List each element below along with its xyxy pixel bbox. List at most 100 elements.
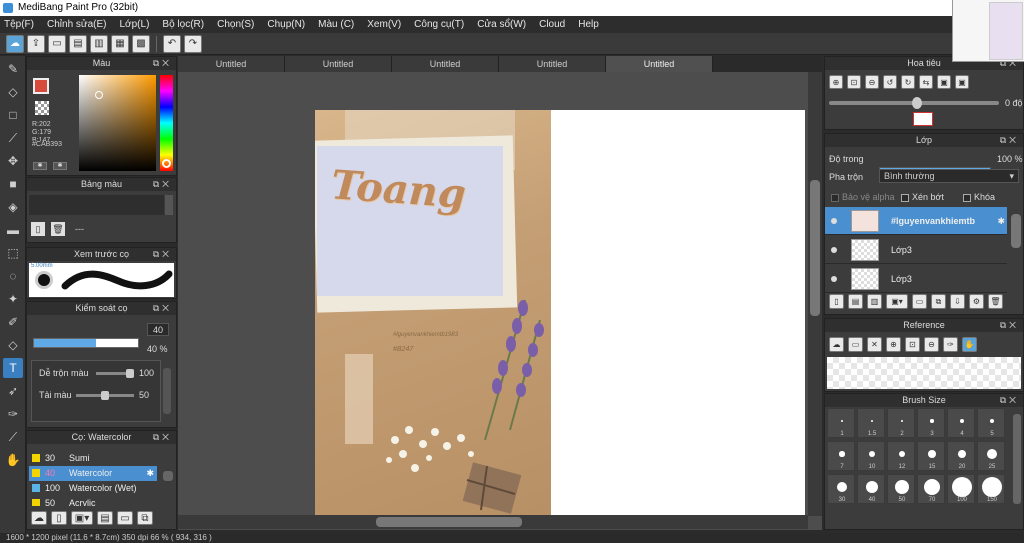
panel-controls-icon[interactable]: ⧉✕ xyxy=(1000,394,1019,407)
page-icon[interactable]: ▤ xyxy=(69,34,87,53)
fill-rect-tool-icon[interactable]: ■ xyxy=(3,174,23,194)
picker-cursor[interactable] xyxy=(95,91,103,99)
layer-row-selected[interactable]: #lguyenvankhiemtb ✱ xyxy=(825,207,1007,235)
brush-size-cell[interactable]: 4 xyxy=(947,408,975,438)
navigator-window-icon[interactable]: ▣ xyxy=(937,75,951,89)
tab-document-1[interactable]: Untitled xyxy=(178,56,285,72)
zoom-out-icon[interactable]: ⊖ xyxy=(865,75,879,89)
select-pen-tool-icon[interactable]: ✐ xyxy=(3,312,23,332)
magic-wand-tool-icon[interactable]: ✦ xyxy=(3,289,23,309)
rotation-slider-knob[interactable] xyxy=(912,97,922,109)
add-brush-icon[interactable]: ▣▾ xyxy=(71,511,93,525)
lock-checkbox[interactable]: Khóa xyxy=(963,192,995,202)
layer-folder-icon[interactable]: ▭ xyxy=(912,294,927,309)
brush-item[interactable]: 100 Watercolor (Wet) xyxy=(29,481,157,496)
brush-size-value[interactable]: 40 xyxy=(147,323,169,336)
menu-filter[interactable]: Bộ lọc(R) xyxy=(162,19,204,30)
brush-tool-icon[interactable]: ✎ xyxy=(3,59,23,79)
menu-snap[interactable]: Chụp(N) xyxy=(267,19,305,30)
menu-view[interactable]: Xem(V) xyxy=(367,19,401,30)
reference-hand-icon[interactable]: ✋ xyxy=(962,337,977,352)
brush-cloud-icon[interactable]: ☁ xyxy=(31,511,47,525)
dropper-tool-icon[interactable]: ✑ xyxy=(3,404,23,424)
tab-document-3[interactable]: Untitled xyxy=(392,56,499,72)
merge-layer-icon[interactable]: ⇩ xyxy=(950,294,965,309)
menu-color[interactable]: Màu (C) xyxy=(318,19,354,30)
brush-size-cell[interactable]: 1 xyxy=(827,408,855,438)
brush-size-cell[interactable]: 20 xyxy=(947,441,975,471)
color-mode-button[interactable]: ✱ xyxy=(33,162,47,170)
grid-icon[interactable]: ▩ xyxy=(132,34,150,53)
brush-size-cell[interactable]: 150 xyxy=(977,474,1005,504)
brush-size-scrollbar[interactable] xyxy=(1013,414,1021,504)
reference-canvas[interactable] xyxy=(827,357,1021,389)
text-tool-icon[interactable]: T xyxy=(3,358,23,378)
operation-tool-icon[interactable]: ➶ xyxy=(3,381,23,401)
new-palette-icon[interactable]: ▯ xyxy=(31,222,45,236)
reference-dropper-icon[interactable]: ✑ xyxy=(943,337,958,352)
brush-size-cell[interactable]: 10 xyxy=(857,441,885,471)
brush-size-cell[interactable]: 1.5 xyxy=(857,408,885,438)
brush-size-cell[interactable]: 25 xyxy=(977,441,1005,471)
duplicate-icon[interactable]: ⧉ xyxy=(137,511,153,525)
eye-icon[interactable] xyxy=(831,218,837,224)
blend-mode-select[interactable]: Bình thường ▾ xyxy=(879,169,1019,183)
eyedropper-tool-icon[interactable]: ⟋ xyxy=(3,427,23,447)
brush-size-cell[interactable]: 15 xyxy=(917,441,945,471)
add-layer-menu-icon[interactable]: ▣▾ xyxy=(886,294,908,309)
canvas-horizontal-scrollbar[interactable] xyxy=(178,515,808,529)
panel-controls-icon[interactable]: ⧉✕ xyxy=(153,57,172,70)
brush-size-slider[interactable] xyxy=(33,338,139,348)
layer-list-scrollbar[interactable] xyxy=(1011,214,1021,248)
folder-icon[interactable]: ▭ xyxy=(117,511,133,525)
menu-cloud[interactable]: Cloud xyxy=(539,19,565,30)
menu-edit[interactable]: Chỉnh sửa(E) xyxy=(47,19,107,30)
redo-icon[interactable]: ↷ xyxy=(184,34,202,53)
new-layer-icon[interactable]: ▯ xyxy=(829,294,844,309)
brush-size-cell[interactable]: 7 xyxy=(827,441,855,471)
brush-size-cell[interactable]: 40 xyxy=(857,474,885,504)
panel-controls-icon[interactable]: ⧉✕ xyxy=(153,178,172,191)
tab-document-2[interactable]: Untitled xyxy=(285,56,392,72)
brush-size-cell[interactable]: 50 xyxy=(887,474,915,504)
saturation-value-picker[interactable] xyxy=(79,75,156,171)
layer-row[interactable]: Lớp3 xyxy=(825,236,1007,264)
delete-palette-icon[interactable]: 🗑 xyxy=(51,222,65,236)
brush-item-selected[interactable]: 40 Watercolor ✱ xyxy=(29,466,157,481)
canvas-vertical-scrollbar[interactable] xyxy=(808,72,822,516)
select-rect-tool-icon[interactable]: ⬚ xyxy=(3,243,23,263)
undo-icon[interactable]: ↶ xyxy=(163,34,181,53)
eye-icon[interactable] xyxy=(831,247,837,253)
background-color-swatch[interactable] xyxy=(35,101,49,115)
clipping-checkbox[interactable]: Xén bớt xyxy=(901,192,944,202)
brush-control-scrollbar[interactable] xyxy=(163,368,171,414)
layer-row[interactable]: Lớp3 xyxy=(825,265,1007,293)
load-slider-track[interactable] xyxy=(76,391,134,400)
panel-controls-icon[interactable]: ⧉✕ xyxy=(153,248,172,261)
navigator-window2-icon[interactable]: ▣ xyxy=(955,75,969,89)
brush-size-cell[interactable]: 30 xyxy=(827,474,855,504)
flip-icon[interactable]: ⇆ xyxy=(919,75,933,89)
palette-scrollbar[interactable] xyxy=(165,195,173,215)
panel-controls-icon[interactable]: ⧉✕ xyxy=(1000,319,1019,332)
reference-fit-icon[interactable]: ⊡ xyxy=(905,337,920,352)
fit-icon[interactable]: ⊡ xyxy=(847,75,861,89)
duplicate-layer-icon[interactable]: ⧉ xyxy=(931,294,946,309)
protect-alpha-checkbox[interactable]: Bảo vệ alpha xyxy=(831,192,895,202)
gradient-tool-icon[interactable]: ▬ xyxy=(3,220,23,240)
mix-slider-knob[interactable] xyxy=(126,369,134,378)
menu-layer[interactable]: Lớp(L) xyxy=(120,19,150,30)
lasso-tool-icon[interactable]: ◌ xyxy=(3,266,23,286)
brush-item[interactable]: 30 Sumi xyxy=(29,451,157,466)
palette-area[interactable] xyxy=(29,195,164,215)
move-tool-icon[interactable]: ✥ xyxy=(3,151,23,171)
navigator-thumbnail[interactable] xyxy=(913,112,933,126)
rotate-right-icon[interactable]: ↻ xyxy=(901,75,915,89)
menu-tools[interactable]: Công cụ(T) xyxy=(414,19,464,30)
menu-window[interactable]: Cửa sổ(W) xyxy=(477,19,526,30)
menu-select[interactable]: Chọn(S) xyxy=(217,19,254,30)
brush-size-cell[interactable]: 12 xyxy=(887,441,915,471)
open-reference-icon[interactable]: ▭ xyxy=(848,337,863,352)
brush-size-cell[interactable]: 3 xyxy=(917,408,945,438)
document-icon[interactable]: ▥ xyxy=(90,34,108,53)
